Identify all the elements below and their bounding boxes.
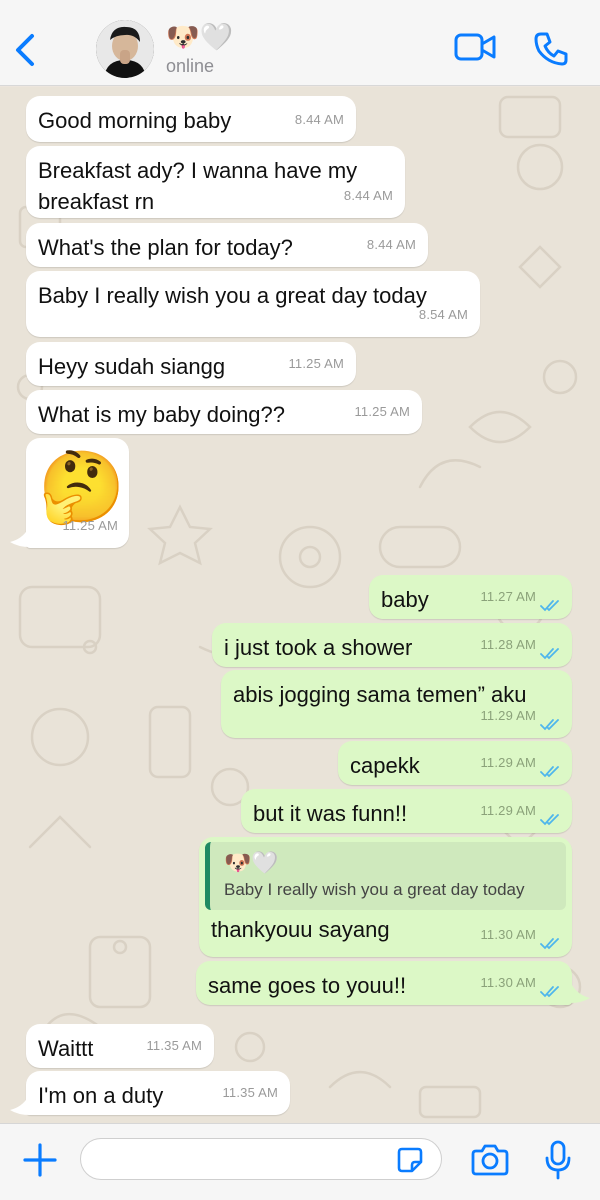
message-bubble-incoming[interactable]: What is my baby doing?? 11.25 AM bbox=[26, 390, 422, 434]
message-time: 11.35 AM bbox=[222, 1085, 278, 1100]
message-bubble-outgoing[interactable]: same goes to youu!! 11.30 AM bbox=[196, 961, 572, 1005]
message-bubble-outgoing[interactable]: baby 11.27 AM bbox=[369, 575, 572, 619]
read-ticks-icon bbox=[540, 814, 559, 826]
message-time: 8.44 AM bbox=[366, 237, 416, 252]
bubble-tail bbox=[10, 1097, 30, 1115]
read-ticks-icon bbox=[540, 986, 559, 998]
message-time: 11.25 AM bbox=[354, 404, 410, 419]
message-time: 11.29 AM bbox=[480, 803, 536, 818]
video-call-icon[interactable] bbox=[454, 32, 496, 62]
message-time: 11.25 AM bbox=[62, 518, 118, 533]
chevron-left-icon[interactable] bbox=[10, 30, 40, 70]
message-bubble-incoming[interactable]: I'm on a duty 11.35 AM bbox=[26, 1071, 290, 1115]
bubble-tail bbox=[570, 985, 590, 1003]
message-text: What's the plan for today? bbox=[38, 235, 293, 260]
read-ticks-icon bbox=[540, 938, 559, 950]
message-bubble-incoming[interactable]: Breakfast ady? I wanna have my breakfast… bbox=[26, 146, 405, 218]
message-bubble-incoming[interactable]: Heyy sudah siangg 11.25 AM bbox=[26, 342, 356, 386]
message-time: 8.54 AM bbox=[418, 307, 468, 322]
message-time: 11.29 AM bbox=[480, 708, 536, 723]
message-time: 11.25 AM bbox=[288, 356, 344, 371]
message-bubble-incoming[interactable]: Waittt 11.35 AM bbox=[26, 1024, 214, 1068]
message-time: 11.29 AM bbox=[480, 755, 536, 770]
message-bubble-outgoing-reply[interactable]: 🐶🤍 Baby I really wish you a great day to… bbox=[199, 837, 572, 957]
message-time: 8.44 AM bbox=[343, 188, 393, 203]
read-ticks-icon bbox=[540, 648, 559, 660]
message-time: 11.30 AM bbox=[480, 975, 536, 990]
message-bubble-incoming[interactable]: 🤔 11.25 AM bbox=[26, 438, 129, 548]
contact-status: online bbox=[166, 56, 215, 76]
message-bubble-outgoing[interactable]: capekk 11.29 AM bbox=[338, 741, 572, 785]
message-bubble-outgoing[interactable]: but it was funn!! 11.29 AM bbox=[241, 789, 572, 833]
message-time: 11.28 AM bbox=[480, 637, 536, 652]
phone-call-icon[interactable] bbox=[532, 30, 570, 68]
message-text: Baby I really wish you a great day today bbox=[38, 283, 427, 308]
quoted-text: Baby I really wish you a great day today bbox=[224, 880, 525, 899]
bubble-tail bbox=[10, 529, 30, 547]
message-bubble-incoming[interactable]: What's the plan for today? 8.44 AM bbox=[26, 223, 428, 267]
message-input-bar bbox=[0, 1123, 600, 1200]
message-time: 11.27 AM bbox=[480, 589, 536, 604]
read-ticks-icon bbox=[540, 600, 559, 612]
avatar[interactable] bbox=[96, 20, 154, 78]
quoted-message[interactable]: 🐶🤍 Baby I really wish you a great day to… bbox=[205, 842, 566, 910]
message-time: 11.35 AM bbox=[146, 1038, 202, 1053]
sticker-icon[interactable] bbox=[396, 1146, 424, 1174]
message-text: Breakfast ady? I wanna have my breakfast… bbox=[38, 158, 358, 214]
chat-area[interactable]: Good morning baby 8.44 AM Breakfast ady?… bbox=[0, 87, 600, 1123]
message-bubble-incoming[interactable]: Good morning baby 8.44 AM bbox=[26, 96, 356, 142]
message-time: 8.44 AM bbox=[294, 112, 344, 127]
camera-icon[interactable] bbox=[470, 1142, 510, 1178]
message-bubble-outgoing[interactable]: abis jogging sama temen” aku 11.29 AM bbox=[221, 670, 572, 738]
contact-name[interactable]: 🐶🤍 bbox=[166, 22, 233, 52]
chat-header: 🐶🤍 online bbox=[0, 0, 600, 86]
message-bubble-outgoing[interactable]: i just took a shower 11.28 AM bbox=[212, 623, 572, 667]
message-time: 11.30 AM bbox=[480, 927, 536, 942]
read-ticks-icon bbox=[540, 719, 559, 731]
message-input[interactable] bbox=[80, 1138, 442, 1180]
message-bubble-incoming[interactable]: Baby I really wish you a great day today… bbox=[26, 271, 480, 337]
plus-icon[interactable] bbox=[22, 1142, 58, 1178]
quoted-author: 🐶🤍 bbox=[224, 850, 279, 875]
microphone-icon[interactable] bbox=[544, 1140, 572, 1180]
read-ticks-icon bbox=[540, 766, 559, 778]
